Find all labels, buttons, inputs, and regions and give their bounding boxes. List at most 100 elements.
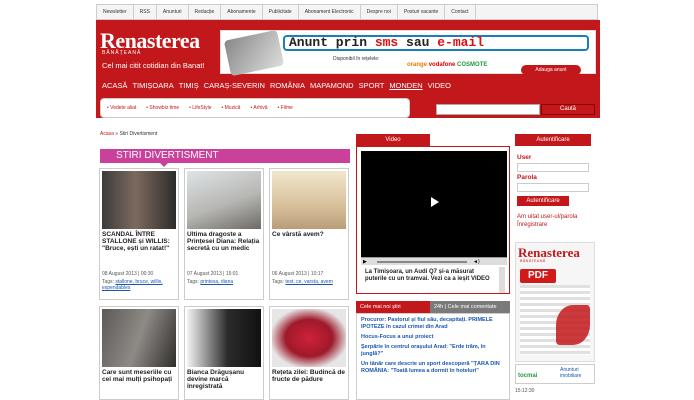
article-thumbnail[interactable] — [187, 171, 261, 229]
article-thumbnail[interactable] — [187, 309, 261, 367]
search-button[interactable]: Caută — [541, 104, 595, 115]
login-button[interactable]: Autentificare — [517, 196, 569, 206]
auth-title: Autentificare — [515, 134, 591, 146]
control-play-icon[interactable]: ▶ — [363, 259, 367, 265]
breadcrumb: Acasa » Stiri Divertisment — [100, 131, 157, 137]
user-field[interactable] — [517, 163, 589, 172]
video-controls: ▶ ◄) — [361, 257, 507, 265]
top-link-publicitate[interactable]: Publicitate — [263, 5, 299, 19]
tags-label: Tags: — [272, 279, 284, 285]
top-link-redactie[interactable]: Redacție — [189, 5, 222, 19]
list-item[interactable]: Procuror: Pastorul și fiul său, decapita… — [361, 317, 505, 331]
video-player[interactable] — [361, 151, 507, 257]
top-link-despre-noi[interactable]: Despre noi — [361, 5, 398, 19]
main-nav: ACASĂ TIMIȘOARA TIMIȘ CARAȘ-SEVERIN ROMÂ… — [102, 81, 451, 90]
article-date: 06 August 2013 | 10:17 — [272, 271, 324, 277]
subnav-lifestyle[interactable]: LifeStyle — [189, 105, 211, 111]
top-link-posturi-vacante[interactable]: Posturi vacante — [398, 5, 446, 19]
article-date: 07 August 2013 | 15:01 — [187, 271, 239, 277]
section-title: STIRI DIVERTISMENT — [100, 149, 350, 167]
tag-links[interactable]: printesa, diana — [200, 279, 233, 285]
sms-ad-banner[interactable]: Anunt prin sms sau e-mail Disponibil în … — [220, 29, 596, 77]
site-tagline: Cel mai citit cotidian din Banat! — [102, 61, 205, 70]
article-card[interactable]: Rețeta zilei: Budincă de fructe de pădur… — [269, 306, 349, 400]
top-link-newsletter[interactable]: Newsletter — [97, 5, 134, 19]
ad-headline: Anunt prin sms sau e-mail — [283, 35, 589, 51]
promo-logo-subtitle: BĂNĂȚEANĂ — [520, 259, 546, 263]
subnav-muzica[interactable]: Muzică — [221, 105, 241, 111]
play-icon[interactable] — [431, 197, 439, 207]
news-list: Procuror: Pastorul și fiul său, decapita… — [356, 313, 510, 400]
nav-video[interactable]: VIDEO — [428, 81, 451, 90]
bottom-ad[interactable]: tocmai Anunturi imobiliare — [515, 364, 595, 384]
article-card[interactable]: Bianca Drăgușanu devine marcă înregistra… — [184, 306, 264, 400]
ad-headline-prefix: Anunt prin — [289, 35, 375, 50]
article-title[interactable]: Ce vârstă avem? — [272, 231, 348, 238]
list-item[interactable]: Șerpărie în centrul orașului Arad: "Erde… — [361, 344, 505, 358]
tag-links[interactable]: test, ce, varsta, avem — [285, 279, 333, 285]
top-link-contact[interactable]: Contact — [445, 5, 476, 19]
nav-romania[interactable]: ROMÂNIA — [270, 81, 305, 90]
phone-illustration — [223, 29, 285, 77]
video-progress-bar[interactable] — [377, 261, 467, 263]
nav-caras-severin[interactable]: CARAȘ-SEVERIN — [204, 81, 265, 90]
user-label: User — [517, 154, 532, 161]
password-field[interactable] — [517, 183, 589, 192]
search-input[interactable] — [436, 104, 540, 115]
tab-most-commented[interactable]: 24h | Cele mai comentate — [430, 301, 510, 313]
add-ad-button[interactable]: Adauga anunt — [521, 65, 581, 75]
ad-headline-mid: sau — [398, 35, 438, 50]
password-label: Parola — [517, 174, 537, 181]
nav-timisoara[interactable]: TIMIȘOARA — [132, 81, 173, 90]
video-tab[interactable]: Video — [356, 134, 430, 146]
volume-icon[interactable]: ◄) — [473, 259, 480, 265]
article-tags: Tags: test, ce, varsta, avem — [272, 279, 348, 285]
subnav-filme[interactable]: Filme — [278, 105, 293, 111]
article-thumbnail[interactable] — [272, 171, 346, 229]
sub-nav: Vedete aliat Showbiz time LifeStyle Muzi… — [100, 98, 410, 118]
top-utility-bar: Newsletter RSS Anunturi Redacție Aboname… — [96, 4, 598, 20]
article-thumbnail[interactable] — [102, 171, 176, 229]
video-list-scrollbar[interactable] — [499, 267, 505, 293]
subnav-vedete[interactable]: Vedete aliat — [107, 105, 136, 111]
nav-sport[interactable]: SPORT — [359, 81, 385, 90]
article-card[interactable]: Care sunt meseriile cu cei mai mulți psi… — [99, 306, 179, 400]
article-card[interactable]: Ultima dragoste a Prințesei Diana: Relaț… — [184, 168, 264, 300]
article-title[interactable]: Ultima dragoste a Prințesei Diana: Relaț… — [187, 231, 263, 252]
article-card[interactable]: SCANDAL ÎNTRE STALLONE și WILLIS: "Bruce… — [99, 168, 179, 300]
top-link-abonamente[interactable]: Abonamente — [221, 5, 263, 19]
pdf-edition-promo[interactable]: Renasterea BĂNĂȚEANĂ PDF — [515, 242, 595, 362]
nav-timis[interactable]: TIMIȘ — [179, 81, 199, 90]
video-caption[interactable]: La Timișoara, un Audi Q7 și-a măsurat pu… — [365, 269, 497, 283]
subnav-arhiva[interactable]: Arhivă — [250, 105, 267, 111]
nav-monden[interactable]: MONDEN — [389, 81, 422, 90]
top-link-anunturi[interactable]: Anunturi — [157, 5, 189, 19]
article-date: 08 August 2013 | 00:30 — [102, 271, 154, 277]
article-title[interactable]: Bianca Drăgușanu devine marcă înregistra… — [187, 369, 263, 390]
article-title[interactable]: Care sunt meseriile cu cei mai mulți psi… — [102, 369, 178, 383]
login-form: User Parola Autentificare Am uitat user-… — [515, 146, 591, 236]
article-card[interactable]: Ce vârstă avem? 06 August 2013 | 10:17 T… — [269, 168, 349, 300]
top-link-rss[interactable]: RSS — [134, 5, 157, 19]
site-logo-subtitle: BĂNĂȚEANĂ — [102, 50, 142, 56]
article-title[interactable]: SCANDAL ÎNTRE STALLONE și WILLIS: "Bruce… — [102, 231, 178, 252]
bottom-time: 15:12:30 — [515, 388, 535, 394]
article-title[interactable]: Rețeta zilei: Budincă de fructe de pădur… — [272, 369, 348, 383]
nav-mapamond[interactable]: MAPAMOND — [310, 81, 354, 90]
list-item[interactable]: Un tânăr care descrie un sport descoperă… — [361, 361, 505, 375]
video-box: ▶ ◄) La Timișoara, un Audi Q7 și-a măsur… — [356, 146, 510, 294]
article-thumbnail[interactable] — [272, 309, 346, 367]
ad-headline-email: e-mail — [437, 35, 485, 50]
top-link-abonament-electronic[interactable]: Abonament Electronic — [299, 5, 361, 19]
article-thumbnail[interactable] — [102, 309, 176, 367]
pdf-label: PDF — [520, 269, 556, 283]
article-tags: Tags: stallone, bruce, willis, expendabl… — [102, 279, 178, 291]
breadcrumb-home[interactable]: Acasa — [100, 131, 114, 137]
subnav-showbiz[interactable]: Showbiz time — [146, 105, 179, 111]
bottom-ad-text: Anunturi imobiliare — [560, 367, 582, 379]
list-item[interactable]: Hocus-Focus a unui proiect — [361, 334, 505, 341]
forgot-password-link[interactable]: Am uitat user-ul/parola — [517, 214, 591, 221]
register-link[interactable]: Înregistrare — [517, 222, 591, 229]
tab-newest[interactable]: Cele mai noi știri — [356, 301, 430, 313]
nav-acasa[interactable]: ACASĂ — [102, 81, 127, 90]
